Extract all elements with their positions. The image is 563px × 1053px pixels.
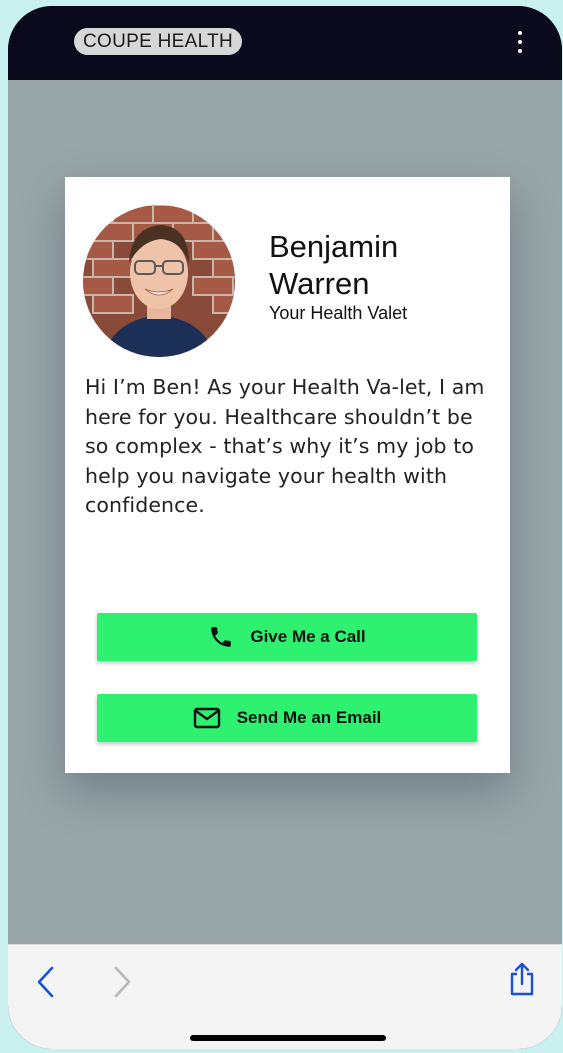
brand-logo[interactable]: COUPE HEALTH xyxy=(74,28,242,55)
profile-card: Benjamin Warren Your Health Valet Hi I’m… xyxy=(65,177,510,773)
profile-role: Your Health Valet xyxy=(269,303,408,323)
envelope-icon xyxy=(193,707,221,729)
call-button[interactable]: Give Me a Call xyxy=(97,613,477,661)
browser-toolbar xyxy=(8,944,562,1049)
share-icon[interactable] xyxy=(508,961,536,1002)
home-indicator[interactable] xyxy=(190,1035,386,1041)
email-button[interactable]: Send Me an Email xyxy=(97,694,477,742)
page-backdrop: Benjamin Warren Your Health Valet Hi I’m… xyxy=(8,80,562,944)
profile-name: Benjamin Warren xyxy=(269,229,399,301)
phone-icon xyxy=(208,624,234,650)
top-bar: COUPE HEALTH xyxy=(8,6,562,80)
chevron-right-icon[interactable] xyxy=(112,965,134,1004)
call-button-label: Give Me a Call xyxy=(250,627,366,646)
chevron-left-icon[interactable] xyxy=(34,965,56,1004)
more-vertical-icon[interactable] xyxy=(516,31,524,53)
phone-frame: COUPE HEALTH Benjamin Warren Your Health… xyxy=(8,6,562,1049)
avatar xyxy=(83,205,235,357)
profile-bio: Hi I’m Ben! As your Health Va-let, I am … xyxy=(85,375,485,517)
email-button-label: Send Me an Email xyxy=(236,708,382,727)
